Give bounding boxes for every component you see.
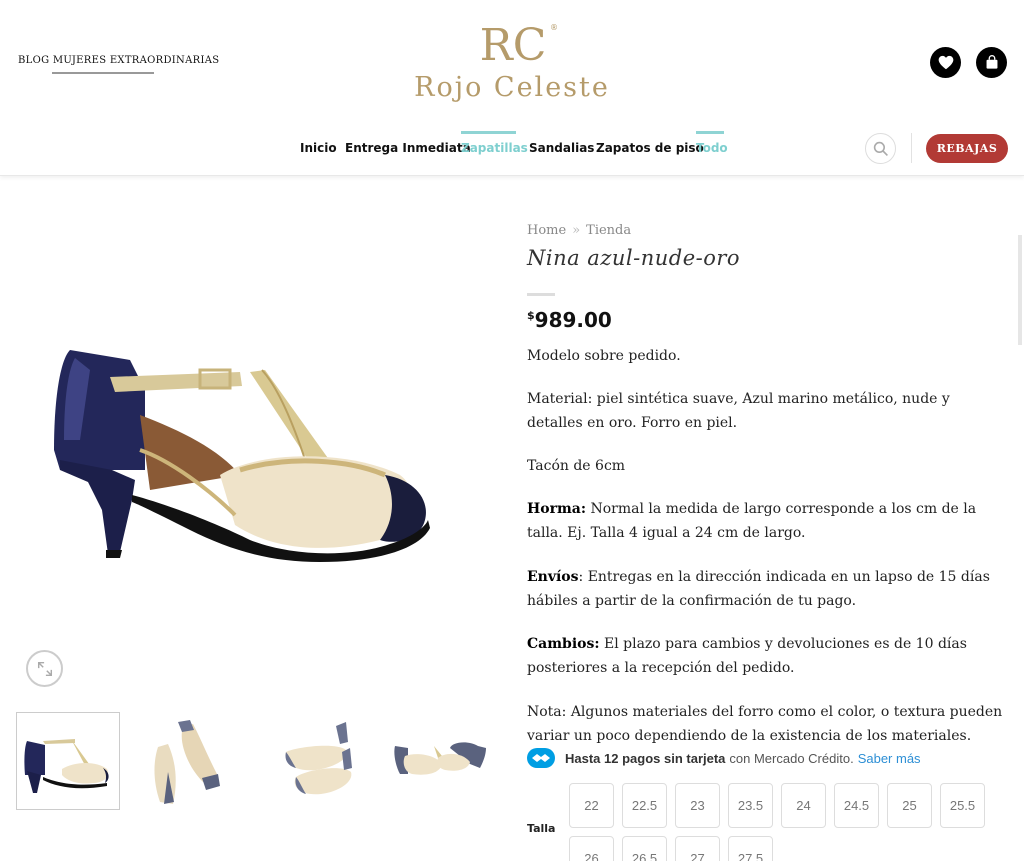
thumbnail-image [24, 739, 109, 793]
nav-hover-indicator [696, 131, 724, 134]
thumbnail-image [154, 720, 220, 804]
handshake-icon [527, 748, 555, 768]
title-divider [527, 293, 555, 296]
envios-label: Envíos [527, 569, 579, 585]
desc-paragraph-envios: Envíos: Entregas en la dirección indicad… [527, 565, 1007, 613]
desc-paragraph-1: Modelo sobre pedido. [527, 348, 681, 364]
expand-icon [37, 661, 52, 676]
size-option[interactable]: 24.5 [834, 783, 879, 828]
thumbnail-3[interactable] [266, 712, 370, 810]
thumbnail-2[interactable] [138, 712, 242, 810]
scrollbar-track[interactable] [1018, 235, 1022, 345]
search-button[interactable] [865, 133, 896, 164]
mercado-pago-link[interactable]: Saber más [858, 751, 921, 766]
price-amount: 989.00 [534, 308, 612, 332]
size-option[interactable]: 23.5 [728, 783, 773, 828]
desc-paragraph-cambios: Cambios: El plazo para cambios y devoluc… [527, 632, 1007, 680]
size-option[interactable]: 22 [569, 783, 614, 828]
envios-text: : Entregas en la dirección indicada en u… [527, 569, 990, 609]
desc-paragraph-3: Tacón de 6cm [527, 458, 626, 474]
size-option[interactable]: 25 [887, 783, 932, 828]
site-header: BLOG MUJERES EXTRAORDINARIAS RC ® Rojo C… [0, 0, 1024, 176]
logo-mark[interactable]: RC ® [468, 16, 558, 66]
sale-button[interactable]: REBAJAS [926, 134, 1008, 163]
size-option[interactable]: 26 [569, 836, 614, 861]
mercado-pago-banner: Hasta 12 pagos sin tarjeta con Mercado C… [527, 748, 921, 768]
svg-text:®: ® [550, 23, 558, 32]
desc-paragraph-2: Material: piel sintética suave, Azul mar… [527, 391, 950, 431]
product-main-image[interactable] [20, 300, 480, 600]
header-divider [911, 133, 912, 163]
cart-button[interactable] [976, 47, 1007, 78]
search-icon [873, 141, 888, 156]
breadcrumb-shop[interactable]: Tienda [586, 223, 631, 238]
nav-active-indicator [461, 131, 516, 134]
wishlist-button[interactable] [930, 47, 961, 78]
price-currency: $ [527, 309, 535, 322]
product-title: Nina azul-nude-oro [527, 246, 741, 270]
blog-link[interactable]: BLOG MUJERES EXTRAORDINARIAS [18, 55, 219, 66]
mercado-pago-offer: Hasta 12 pagos sin tarjeta [565, 750, 726, 766]
size-option[interactable]: 27 [675, 836, 720, 861]
nav-item-todo[interactable]: Todo [696, 141, 728, 155]
size-option[interactable]: 25.5 [940, 783, 985, 828]
shopping-bag-icon [986, 55, 997, 69]
nav-item-sandalias[interactable]: Sandalias [529, 141, 594, 155]
horma-label: Horma: [527, 501, 586, 517]
thumbnail-image [394, 742, 486, 775]
cambios-label: Cambios: [527, 636, 600, 652]
thumbnail-4[interactable] [390, 712, 494, 810]
nav-item-zapatos-de-piso[interactable]: Zapatos de piso [596, 141, 704, 155]
mercado-pago-text: con Mercado Crédito. [729, 750, 854, 766]
blog-link-underline [52, 72, 154, 74]
nav-item-zapatillas[interactable]: Zapatillas [461, 141, 528, 155]
desc-paragraph-nota: Nota: Algunos materiales del forro como … [527, 704, 1003, 744]
thumbnail-image [285, 722, 352, 795]
nav-item-entrega-inmediata[interactable]: Entrega Inmediata [345, 141, 471, 155]
horma-text: Normal la medida de largo corresponde a … [527, 501, 977, 541]
nav-item-inicio[interactable]: Inicio [300, 141, 337, 155]
desc-paragraph-horma: Horma: Normal la medida de largo corresp… [527, 497, 1007, 545]
logo-name[interactable]: Rojo Celeste [400, 72, 624, 103]
size-option[interactable]: 22.5 [622, 783, 667, 828]
breadcrumb-home[interactable]: Home [527, 223, 566, 238]
size-option[interactable]: 26.5 [622, 836, 667, 861]
breadcrumb: Home » Tienda [527, 223, 631, 238]
logo-initials: RC [480, 20, 547, 66]
thumbnail-1[interactable] [16, 712, 120, 810]
zoom-button[interactable] [26, 650, 63, 687]
size-option[interactable]: 24 [781, 783, 826, 828]
size-option[interactable]: 23 [675, 783, 720, 828]
breadcrumb-separator: » [572, 223, 581, 238]
size-label: Talla [527, 822, 556, 835]
size-option[interactable]: 27.5 [728, 836, 773, 861]
heart-icon [938, 55, 953, 70]
product-price: $989.00 [527, 308, 612, 332]
